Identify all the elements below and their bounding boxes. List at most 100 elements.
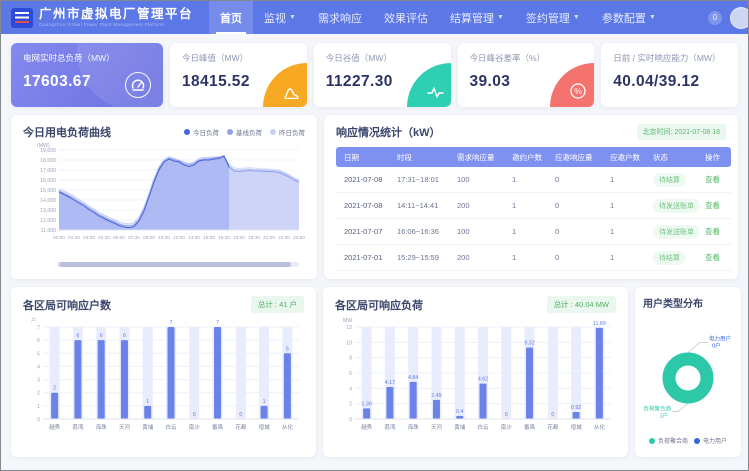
notification-badge[interactable]: 0 (708, 11, 722, 25)
cell-invited: 1 (508, 193, 551, 219)
legend-item[interactable]: 基线负荷 (227, 127, 262, 137)
cell-status: 待结算 (649, 245, 701, 271)
nav-right: 0 (708, 7, 738, 29)
cell-resp-amount: 0 (551, 219, 606, 245)
status-badge: 待发送账单 (653, 225, 700, 239)
load-curve-legend: 今日负荷基线负荷昨日负荷 (184, 127, 305, 137)
bar-category-label: 荔湾 (384, 423, 396, 431)
app-logo-icon (11, 8, 33, 28)
nav-item-label: 监视 (264, 10, 286, 26)
legend-label: 今日负荷 (193, 127, 219, 137)
svg-text:0: 0 (37, 417, 40, 423)
bar-荔湾 (74, 340, 81, 419)
bar-category-label: 海珠 (96, 423, 108, 431)
bar-background-band (143, 327, 153, 419)
bar-value-label: 7 (170, 320, 173, 326)
donut-value-power-user: 0户 (712, 342, 721, 350)
bar-category-label: 白云 (165, 423, 177, 431)
response-table-header: 日期时段需求响应量邀约户数应邀响应量应邀户数状态操作 (336, 147, 731, 167)
svg-text:07:30: 07:30 (128, 235, 140, 240)
cell-resp-amount: 0 (551, 193, 606, 219)
bar-background-band (501, 327, 511, 419)
cell-status: 待发送账单 (649, 193, 701, 219)
bar-category-label: 天河 (431, 423, 443, 431)
bar-category-label: 白云 (477, 423, 489, 431)
legend-dot-icon (227, 129, 233, 135)
app-title-block: 广州市虚拟电厂管理平台 Guangzhou Virtual Power Plan… (39, 8, 193, 27)
bottom-row: 各区局可响应户数 总计 : 41 户 01234567户2越秀6荔湾6海珠6天河… (11, 287, 738, 457)
top-navbar: 广州市虚拟电厂管理平台 Guangzhou Virtual Power Plan… (1, 1, 748, 34)
column-header: 邀约户数 (508, 147, 551, 167)
svg-text:4: 4 (349, 386, 352, 392)
bar-category-label: 花都 (547, 423, 559, 431)
svg-text:00:00: 00:00 (53, 235, 65, 240)
view-link[interactable]: 查看 (705, 253, 720, 262)
nav-item-monitor[interactable]: 监视▼ (253, 1, 307, 34)
cell-invited: 1 (508, 167, 551, 193)
nav-item-effect-evaluation[interactable]: 效果评估 (373, 1, 439, 34)
bar-黄埔 (144, 406, 151, 419)
legend-item[interactable]: 昨日负荷 (270, 127, 305, 137)
user-type-legend: 负荷聚合商电力用户 (643, 436, 733, 445)
svg-text:0: 0 (349, 417, 352, 423)
nav-item-contract[interactable]: 签约管理▼ (515, 1, 591, 34)
column-header: 应邀响应量 (551, 147, 606, 167)
user-type-donut-chart: 电力用户0户负荷聚合商1户 (643, 310, 733, 430)
bar-value-label: 9.32 (524, 341, 534, 347)
svg-text:1: 1 (37, 404, 40, 410)
svg-text:21:00: 21:00 (263, 235, 275, 240)
kpi-label: 今日峰值（MW） (182, 52, 295, 64)
bar-value-label: 4.17 (385, 380, 395, 386)
chart-zoom-slider[interactable] (57, 262, 299, 267)
cell-date: 2021-07-08 (336, 193, 393, 219)
table-row: 2021-07-0814:11~14:41200101待发送账单查看 (336, 193, 731, 219)
avatar[interactable] (730, 7, 749, 29)
table-row: 2021-07-0115:29~15:59200101待结算查看 (336, 245, 731, 271)
nav-item-home[interactable]: 首页 (209, 1, 253, 34)
bar-越秀 (51, 393, 58, 419)
bar-category-label: 增城 (259, 423, 271, 431)
donut-slice-aggregator[interactable] (669, 359, 707, 397)
svg-text:4: 4 (37, 364, 40, 370)
nav-item-settlement[interactable]: 结算管理▼ (439, 1, 515, 34)
cell-action: 查看 (701, 219, 731, 245)
status-badge: 待结算 (653, 173, 686, 187)
status-badge: 待发送账单 (653, 199, 700, 213)
view-link[interactable]: 查看 (705, 201, 720, 210)
user-type-title: 用户类型分布 (643, 295, 733, 310)
district-load-chart: 024681012MW1.39越秀4.17荔湾4.84海珠2.49天河0.4黄埔… (335, 313, 616, 447)
nav-item-params[interactable]: 参数配置▼ (591, 1, 667, 34)
chevron-down-icon: ▼ (649, 14, 656, 21)
legend-item[interactable]: 电力用户 (694, 436, 727, 445)
bar-天河 (433, 400, 440, 419)
bar-value-label: 11.89 (593, 321, 606, 327)
svg-text:(MW): (MW) (37, 143, 50, 149)
legend-item[interactable]: 今日负荷 (184, 127, 219, 137)
svg-text:16:30: 16:30 (218, 235, 230, 240)
kpi-label: 今日谷值（MW） (326, 52, 439, 64)
cell-resp-users: 1 (606, 193, 649, 219)
chart-zoom-handle[interactable] (59, 262, 291, 267)
donut-label-power-user: 电力用户 (709, 335, 731, 343)
kpi-label: 日前 / 实时响应能力（MW） (613, 52, 726, 64)
cell-resp-amount: 0 (551, 245, 606, 271)
svg-text:2: 2 (37, 391, 40, 397)
cell-period: 14:11~14:41 (393, 193, 453, 219)
bar-value-label: 0 (239, 412, 242, 418)
view-link[interactable]: 查看 (705, 227, 720, 236)
svg-text:6: 6 (37, 338, 40, 344)
svg-text:6: 6 (349, 371, 352, 377)
bar-增城 (261, 406, 268, 419)
view-link[interactable]: 查看 (705, 175, 720, 184)
nav-item-demand-response[interactable]: 需求响应 (307, 1, 373, 34)
cell-demand: 100 (453, 219, 508, 245)
svg-text:18:00: 18:00 (233, 235, 245, 240)
nav-item-label: 需求响应 (318, 10, 362, 26)
nav-item-label: 效果评估 (384, 10, 428, 26)
load-curve-title: 今日用电负荷曲线 (23, 124, 111, 140)
bar-番禺 (214, 327, 221, 419)
chevron-down-icon: ▼ (497, 14, 504, 21)
kpi-card-peak-valley-rate: 今日峰谷差率（%） 39.03 % (458, 43, 595, 107)
bar-value-label: 4.84 (408, 375, 418, 381)
legend-item[interactable]: 负荷聚合商 (649, 436, 688, 445)
